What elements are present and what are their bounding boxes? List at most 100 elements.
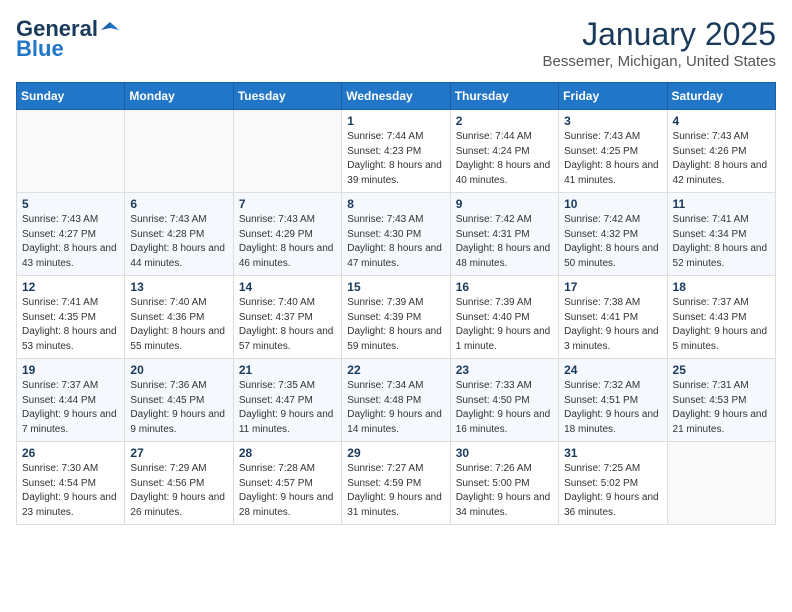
calendar-cell: 3 Sunrise: 7:43 AM Sunset: 4:25 PM Daylig…	[559, 110, 667, 193]
cell-content: Sunrise: 7:44 AM Sunset: 4:23 PM Dayligh…	[347, 130, 444, 188]
calendar-cell: 18 Sunrise: 7:37 AM Sunset: 4:43 PM Dayli…	[667, 276, 775, 359]
cell-content: Sunrise: 7:37 AM Sunset: 4:43 PM Dayligh…	[673, 296, 770, 354]
cell-content: Sunrise: 7:43 AM Sunset: 4:30 PM Dayligh…	[347, 213, 444, 271]
weekday-header-friday: Friday	[559, 83, 667, 110]
calendar-header-row: SundayMondayTuesdayWednesdayThursdayFrid…	[17, 83, 776, 110]
cell-content: Sunrise: 7:43 AM Sunset: 4:28 PM Dayligh…	[130, 213, 227, 271]
calendar-cell: 27Sunrise: 7:29 AM Sunset: 4:56 PM Dayli…	[125, 442, 233, 525]
cell-content: Sunrise: 7:43 AM Sunset: 4:25 PM Dayligh…	[564, 130, 661, 188]
calendar-table: SundayMondayTuesdayWednesdayThursdayFrid…	[16, 82, 776, 525]
calendar-cell: 13 Sunrise: 7:40 AM Sunset: 4:36 PM Dayli…	[125, 276, 233, 359]
cell-content: Sunrise: 7:40 AM Sunset: 4:37 PM Dayligh…	[239, 296, 336, 354]
calendar-week-row: 19Sunrise: 7:37 AM Sunset: 4:44 PM Dayli…	[17, 359, 776, 442]
logo: General Blue	[16, 16, 120, 62]
day-number: 3	[564, 114, 661, 128]
calendar-week-row: 5 Sunrise: 7:43 AM Sunset: 4:27 PM Daylig…	[17, 193, 776, 276]
location: Bessemer, Michigan, United States	[543, 53, 776, 70]
calendar-cell: 24 Sunrise: 7:32 AM Sunset: 4:51 PM Dayli…	[559, 359, 667, 442]
cell-content: Sunrise: 7:38 AM Sunset: 4:41 PM Dayligh…	[564, 296, 661, 354]
day-number: 30	[456, 446, 553, 460]
calendar-cell: 20 Sunrise: 7:36 AM Sunset: 4:45 PM Dayli…	[125, 359, 233, 442]
calendar-cell: 15Sunrise: 7:39 AM Sunset: 4:39 PM Dayli…	[342, 276, 450, 359]
calendar-cell: 8Sunrise: 7:43 AM Sunset: 4:30 PM Daylig…	[342, 193, 450, 276]
calendar-cell: 1 Sunrise: 7:44 AM Sunset: 4:23 PM Daylig…	[342, 110, 450, 193]
calendar-cell	[125, 110, 233, 193]
cell-content: Sunrise: 7:43 AM Sunset: 4:27 PM Dayligh…	[22, 213, 119, 271]
weekday-header-tuesday: Tuesday	[233, 83, 341, 110]
day-number: 7	[239, 197, 336, 211]
logo-bird-icon	[101, 20, 119, 38]
weekday-header-monday: Monday	[125, 83, 233, 110]
day-number: 23	[456, 363, 553, 377]
cell-content: Sunrise: 7:42 AM Sunset: 4:31 PM Dayligh…	[456, 213, 553, 271]
cell-content: Sunrise: 7:42 AM Sunset: 4:32 PM Dayligh…	[564, 213, 661, 271]
calendar-cell: 5 Sunrise: 7:43 AM Sunset: 4:27 PM Daylig…	[17, 193, 125, 276]
cell-content: Sunrise: 7:26 AM Sunset: 5:00 PM Dayligh…	[456, 462, 553, 520]
cell-content: Sunrise: 7:37 AM Sunset: 4:44 PM Dayligh…	[22, 379, 119, 437]
title-block: January 2025 Bessemer, Michigan, United …	[543, 16, 776, 70]
calendar-cell	[667, 442, 775, 525]
calendar-cell: 12 Sunrise: 7:41 AM Sunset: 4:35 PM Dayli…	[17, 276, 125, 359]
cell-content: Sunrise: 7:41 AM Sunset: 4:34 PM Dayligh…	[673, 213, 770, 271]
calendar-week-row: 12 Sunrise: 7:41 AM Sunset: 4:35 PM Dayli…	[17, 276, 776, 359]
calendar-cell	[233, 110, 341, 193]
day-number: 14	[239, 280, 336, 294]
cell-content: Sunrise: 7:25 AM Sunset: 5:02 PM Dayligh…	[564, 462, 661, 520]
day-number: 29	[347, 446, 444, 460]
day-number: 13	[130, 280, 227, 294]
day-number: 12	[22, 280, 119, 294]
day-number: 11	[673, 197, 770, 211]
cell-content: Sunrise: 7:44 AM Sunset: 4:24 PM Dayligh…	[456, 130, 553, 188]
cell-content: Sunrise: 7:43 AM Sunset: 4:26 PM Dayligh…	[673, 130, 770, 188]
logo-blue-text: Blue	[16, 36, 64, 61]
calendar-cell: 28Sunrise: 7:28 AM Sunset: 4:57 PM Dayli…	[233, 442, 341, 525]
day-number: 17	[564, 280, 661, 294]
weekday-header-saturday: Saturday	[667, 83, 775, 110]
calendar-cell: 6Sunrise: 7:43 AM Sunset: 4:28 PM Daylig…	[125, 193, 233, 276]
day-number: 2	[456, 114, 553, 128]
day-number: 25	[673, 363, 770, 377]
cell-content: Sunrise: 7:36 AM Sunset: 4:45 PM Dayligh…	[130, 379, 227, 437]
calendar-cell: 21 Sunrise: 7:35 AM Sunset: 4:47 PM Dayli…	[233, 359, 341, 442]
cell-content: Sunrise: 7:31 AM Sunset: 4:53 PM Dayligh…	[673, 379, 770, 437]
cell-content: Sunrise: 7:34 AM Sunset: 4:48 PM Dayligh…	[347, 379, 444, 437]
calendar-week-row: 1 Sunrise: 7:44 AM Sunset: 4:23 PM Daylig…	[17, 110, 776, 193]
weekday-header-sunday: Sunday	[17, 83, 125, 110]
day-number: 20	[130, 363, 227, 377]
day-number: 5	[22, 197, 119, 211]
day-number: 24	[564, 363, 661, 377]
day-number: 1	[347, 114, 444, 128]
cell-content: Sunrise: 7:33 AM Sunset: 4:50 PM Dayligh…	[456, 379, 553, 437]
calendar-cell: 11 Sunrise: 7:41 AM Sunset: 4:34 PM Dayli…	[667, 193, 775, 276]
cell-content: Sunrise: 7:40 AM Sunset: 4:36 PM Dayligh…	[130, 296, 227, 354]
day-number: 16	[456, 280, 553, 294]
calendar-cell: 25 Sunrise: 7:31 AM Sunset: 4:53 PM Dayli…	[667, 359, 775, 442]
calendar-week-row: 26 Sunrise: 7:30 AM Sunset: 4:54 PM Dayli…	[17, 442, 776, 525]
weekday-header-thursday: Thursday	[450, 83, 558, 110]
cell-content: Sunrise: 7:27 AM Sunset: 4:59 PM Dayligh…	[347, 462, 444, 520]
cell-content: Sunrise: 7:32 AM Sunset: 4:51 PM Dayligh…	[564, 379, 661, 437]
cell-content: Sunrise: 7:39 AM Sunset: 4:39 PM Dayligh…	[347, 296, 444, 354]
calendar-cell: 2 Sunrise: 7:44 AM Sunset: 4:24 PM Daylig…	[450, 110, 558, 193]
calendar-cell: 19Sunrise: 7:37 AM Sunset: 4:44 PM Dayli…	[17, 359, 125, 442]
cell-content: Sunrise: 7:35 AM Sunset: 4:47 PM Dayligh…	[239, 379, 336, 437]
calendar-cell	[17, 110, 125, 193]
page-header: General Blue January 2025 Bessemer, Mich…	[16, 16, 776, 70]
cell-content: Sunrise: 7:41 AM Sunset: 4:35 PM Dayligh…	[22, 296, 119, 354]
day-number: 4	[673, 114, 770, 128]
calendar-cell: 14 Sunrise: 7:40 AM Sunset: 4:37 PM Dayli…	[233, 276, 341, 359]
cell-content: Sunrise: 7:30 AM Sunset: 4:54 PM Dayligh…	[22, 462, 119, 520]
cell-content: Sunrise: 7:39 AM Sunset: 4:40 PM Dayligh…	[456, 296, 553, 354]
day-number: 9	[456, 197, 553, 211]
calendar-cell: 23 Sunrise: 7:33 AM Sunset: 4:50 PM Dayli…	[450, 359, 558, 442]
calendar-cell: 17 Sunrise: 7:38 AM Sunset: 4:41 PM Dayli…	[559, 276, 667, 359]
calendar-cell: 26 Sunrise: 7:30 AM Sunset: 4:54 PM Dayli…	[17, 442, 125, 525]
day-number: 18	[673, 280, 770, 294]
cell-content: Sunrise: 7:29 AM Sunset: 4:56 PM Dayligh…	[130, 462, 227, 520]
month-title: January 2025	[543, 16, 776, 53]
day-number: 26	[22, 446, 119, 460]
day-number: 28	[239, 446, 336, 460]
day-number: 21	[239, 363, 336, 377]
calendar-cell: 16 Sunrise: 7:39 AM Sunset: 4:40 PM Dayli…	[450, 276, 558, 359]
calendar-cell: 29 Sunrise: 7:27 AM Sunset: 4:59 PM Dayli…	[342, 442, 450, 525]
